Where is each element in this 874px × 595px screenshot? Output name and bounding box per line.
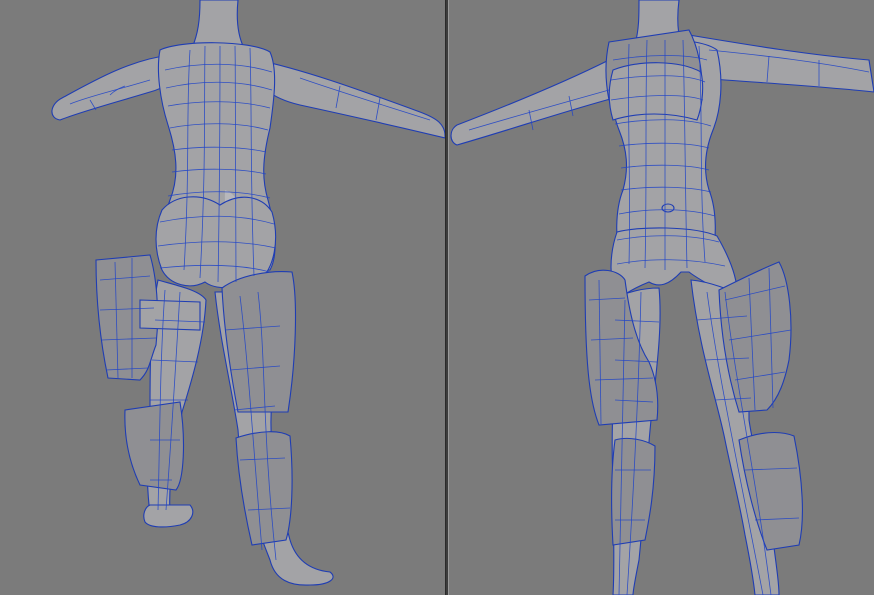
viewport-back[interactable]: [0, 0, 445, 595]
model-front-view[interactable]: [449, 0, 874, 595]
viewport-front[interactable]: [449, 0, 874, 595]
model-back-view[interactable]: [0, 0, 445, 595]
modeling-app: [0, 0, 874, 595]
